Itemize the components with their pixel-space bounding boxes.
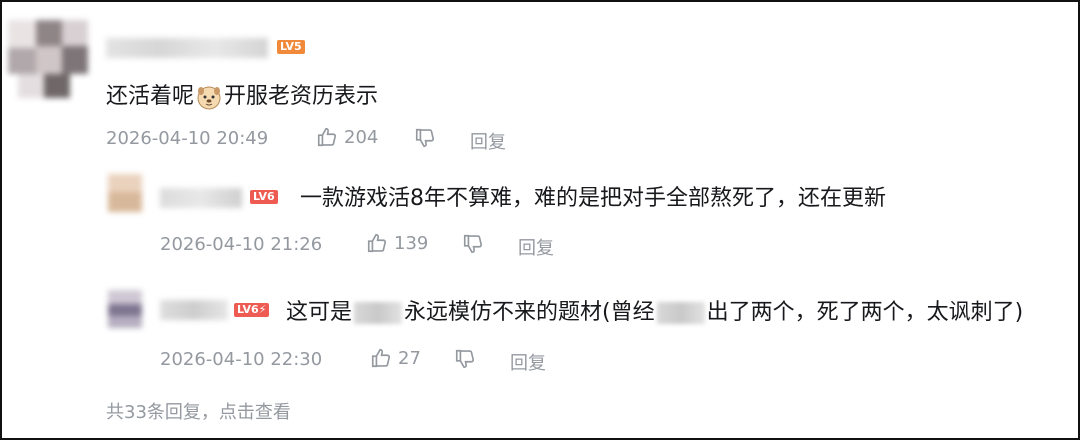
level-badge: LV6⚡ (234, 303, 270, 317)
avatar[interactable] (8, 20, 88, 100)
thumbs-down-icon (462, 233, 484, 255)
reply-content: 这可是 永远模仿不来的题材(曾经 出了两个，死了两个，太讽刺了) (286, 300, 1024, 325)
dislike-button[interactable] (454, 348, 476, 370)
thumbs-up-icon (366, 232, 388, 254)
thumbs-up-icon (316, 126, 338, 148)
comment-content: 还活着呢 开服老资历表示 (106, 84, 379, 110)
comment-thread: LV5 还活着呢 开服老资历表示 2026-04-10 20:49 204 回复 … (0, 0, 1080, 440)
like-count: 204 (344, 126, 379, 148)
thumbs-down-icon (414, 127, 436, 149)
level-badge: LV6 (250, 190, 278, 204)
like-button[interactable]: 139 (366, 232, 428, 254)
like-button[interactable]: 27 (370, 347, 421, 369)
like-count: 139 (394, 232, 429, 254)
avatar[interactable] (108, 174, 142, 212)
level-badge: LV5 (277, 40, 305, 54)
reply-content: 一款游戏活8年不算难，难的是把对手全部熬死了，还在更新 (300, 186, 886, 211)
username[interactable] (106, 38, 268, 58)
timestamp: 2026-04-10 21:26 (160, 234, 323, 255)
username[interactable] (160, 188, 242, 208)
censored-text (656, 302, 705, 324)
reply-button[interactable]: 回复 (470, 128, 506, 154)
timestamp: 2026-04-10 20:49 (106, 128, 269, 149)
username[interactable] (160, 300, 228, 320)
like-button[interactable]: 204 (316, 126, 378, 148)
thumbs-down-icon (454, 348, 476, 370)
reply-button[interactable]: 回复 (510, 349, 546, 375)
view-more-replies-link[interactable]: 共33条回复，点击查看 (106, 398, 291, 424)
reply-button[interactable]: 回复 (518, 234, 554, 260)
timestamp: 2026-04-10 22:30 (160, 349, 323, 370)
like-count: 27 (398, 347, 421, 369)
dislike-button[interactable] (462, 233, 484, 255)
dislike-button[interactable] (414, 127, 436, 149)
dog-face-icon (196, 84, 222, 110)
censored-text (354, 302, 403, 324)
avatar[interactable] (108, 290, 142, 328)
thumbs-up-icon (370, 347, 392, 369)
